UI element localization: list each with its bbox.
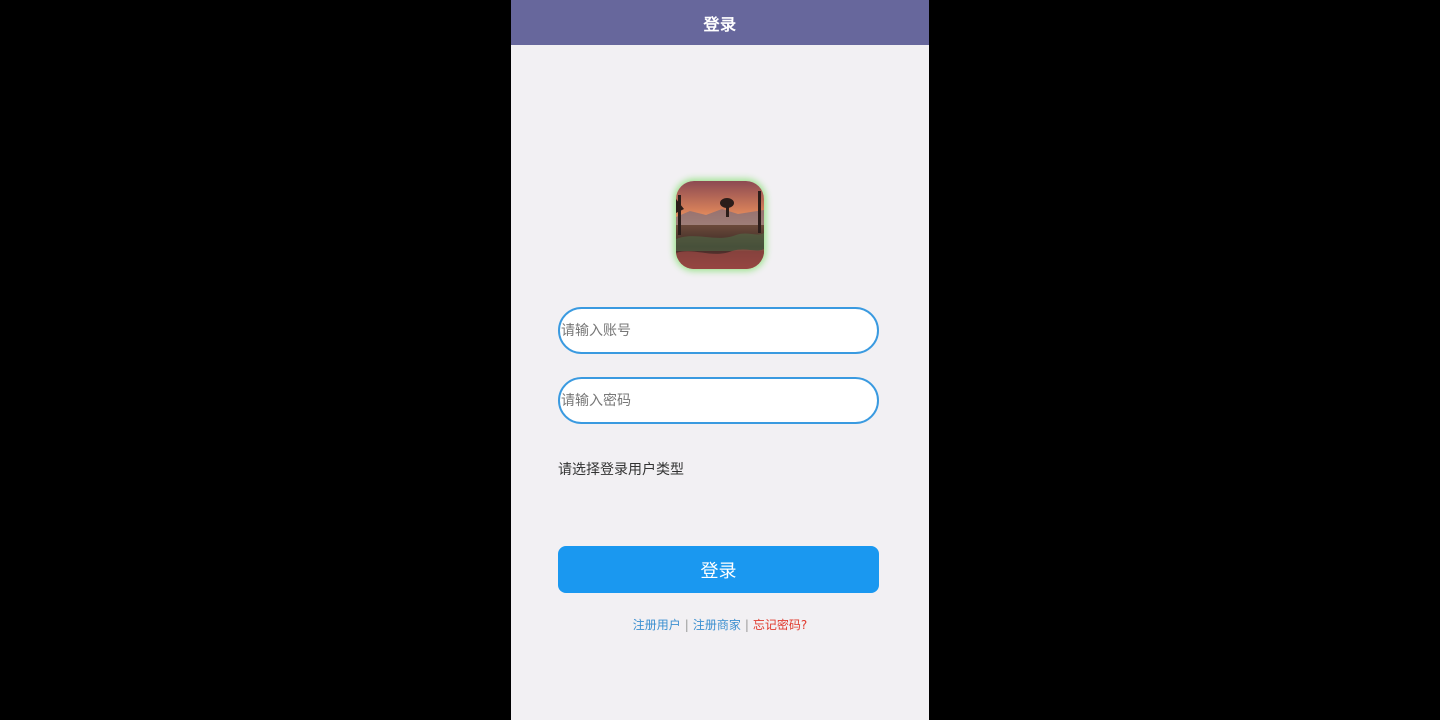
avatar: [676, 181, 764, 269]
page-title: 登录: [703, 14, 737, 34]
login-screen: 登录 请输入账号 请选择登录用户类型 登录 注册用户 | 注册商家 | 忘记密码…: [511, 0, 929, 720]
account-field-wrapper: [558, 307, 879, 354]
landscape-photo-icon: [676, 181, 764, 269]
register-merchant-link[interactable]: 注册商家: [693, 618, 741, 632]
footer-links: 注册用户 | 注册商家 | 忘记密码?: [511, 616, 929, 633]
password-field-wrapper: [558, 377, 879, 424]
header-bar: 登录: [511, 0, 929, 45]
link-separator: |: [744, 618, 749, 632]
login-button[interactable]: 登录: [558, 546, 879, 593]
register-user-link[interactable]: 注册用户: [633, 618, 681, 632]
link-separator: |: [684, 618, 689, 632]
password-input[interactable]: [560, 379, 877, 422]
user-type-label: 请选择登录用户类型: [558, 462, 684, 478]
account-input[interactable]: [560, 309, 877, 352]
forgot-password-link[interactable]: 忘记密码?: [753, 618, 807, 632]
